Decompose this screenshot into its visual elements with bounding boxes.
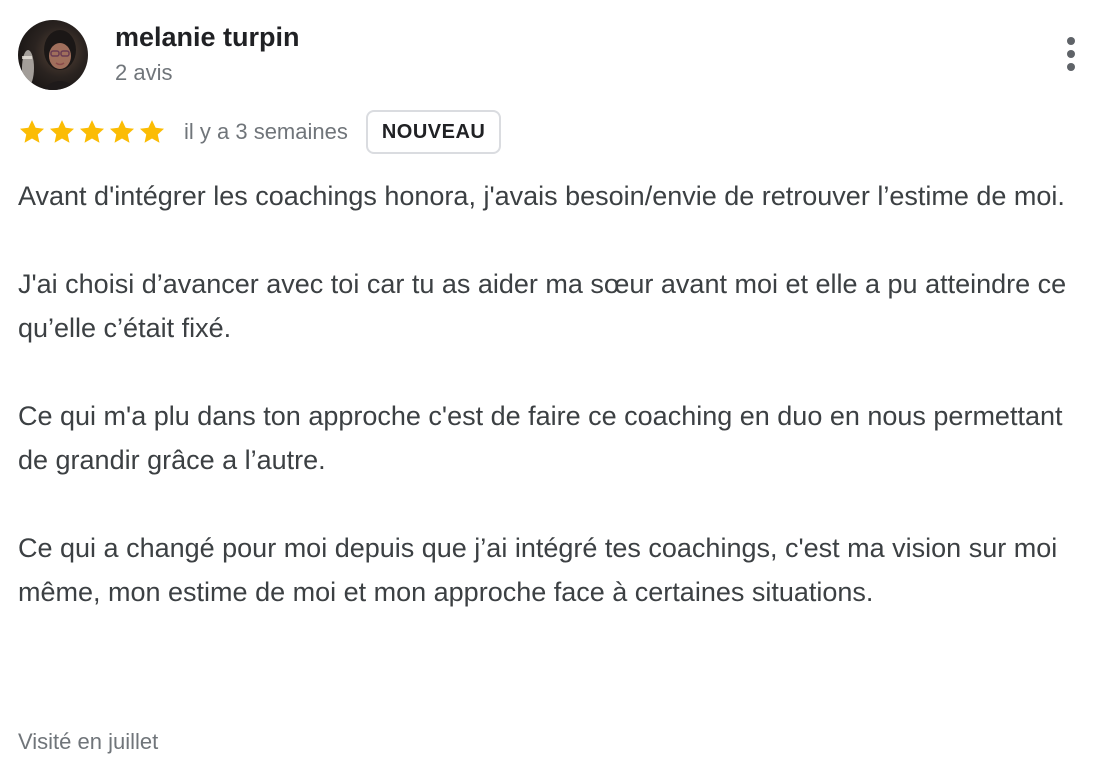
review-paragraph: Ce qui a changé pour moi depuis que j’ai…	[18, 533, 1058, 607]
avatar[interactable]	[18, 20, 88, 90]
review-text: Avant d'intégrer les coachings honora, j…	[18, 174, 1083, 614]
more-vert-icon	[1067, 37, 1075, 45]
star-icon	[139, 120, 165, 143]
review-paragraph: Ce qui m'a plu dans ton approche c'est d…	[18, 401, 1063, 475]
review-date: il y a 3 semaines	[184, 119, 348, 144]
avatar-photo	[22, 30, 78, 90]
more-vert-icon-dot	[1067, 50, 1075, 58]
star-icon	[79, 120, 105, 143]
star-icon	[109, 120, 135, 143]
more-options-button[interactable]	[1052, 30, 1090, 78]
more-vert-icon-dot	[1067, 63, 1075, 71]
rating-row: il y a 3 semaines NOUVEAU	[18, 109, 502, 155]
visit-info: Visité en juillet	[18, 729, 159, 754]
new-badge: NOUVEAU	[365, 110, 502, 154]
star-rating	[18, 118, 166, 146]
author-name[interactable]: melanie turpin	[115, 22, 300, 53]
review-paragraph: Avant d'intégrer les coachings honora, j…	[18, 181, 1065, 211]
star-icon	[49, 120, 75, 143]
author-review-count[interactable]: 2 avis	[115, 60, 172, 86]
review-paragraph: J'ai choisi d’avancer avec toi car tu as…	[18, 269, 1067, 343]
star-icon	[19, 120, 45, 143]
